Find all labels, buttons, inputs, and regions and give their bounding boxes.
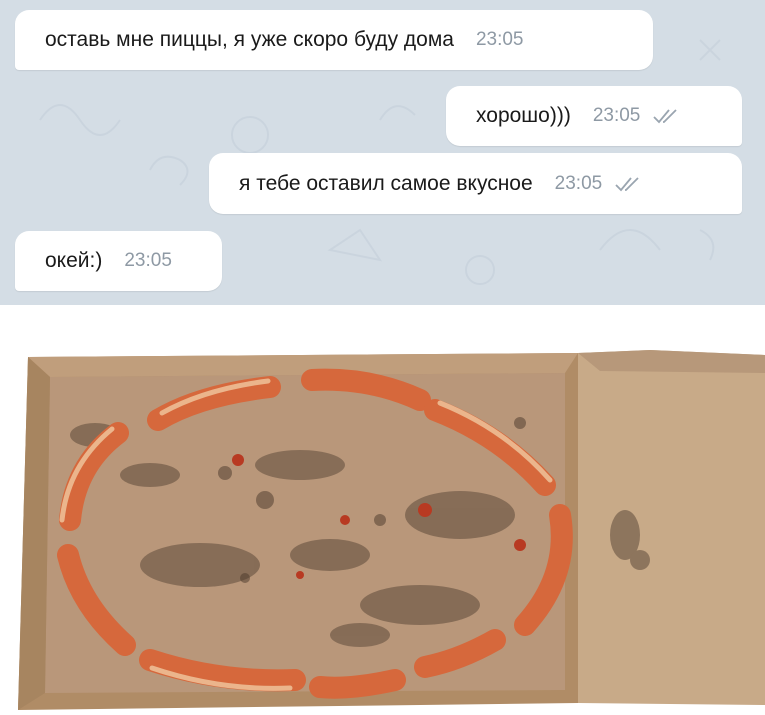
message-bubble-outgoing[interactable]: я тебе оставил самое вкусное 23:05 xyxy=(209,153,742,214)
double-check-icon xyxy=(653,109,677,124)
message-bubble-incoming[interactable]: окей:) 23:05 xyxy=(15,231,222,291)
message-bubble-incoming[interactable]: оставь мне пиццы, я уже скоро буду дома … xyxy=(15,10,653,70)
message-text: я тебе оставил самое вкусное xyxy=(239,171,533,195)
chat-area: оставь мне пиццы, я уже скоро буду дома … xyxy=(0,0,765,305)
photo-icon xyxy=(18,350,765,710)
message-time: 23:05 xyxy=(475,29,524,50)
message-text: оставь мне пиццы, я уже скоро буду дома xyxy=(45,28,454,51)
double-check-icon xyxy=(615,176,639,191)
message-text: хорошо))) xyxy=(476,104,571,127)
message-bubble-outgoing[interactable]: хорошо))) 23:05 xyxy=(446,86,742,146)
message-text: окей:) xyxy=(45,249,103,272)
message-time: 23:05 xyxy=(124,250,172,271)
pizza-box-photo xyxy=(0,305,765,715)
message-time: 23:05 xyxy=(554,172,603,194)
message-time: 23:05 xyxy=(592,105,641,126)
